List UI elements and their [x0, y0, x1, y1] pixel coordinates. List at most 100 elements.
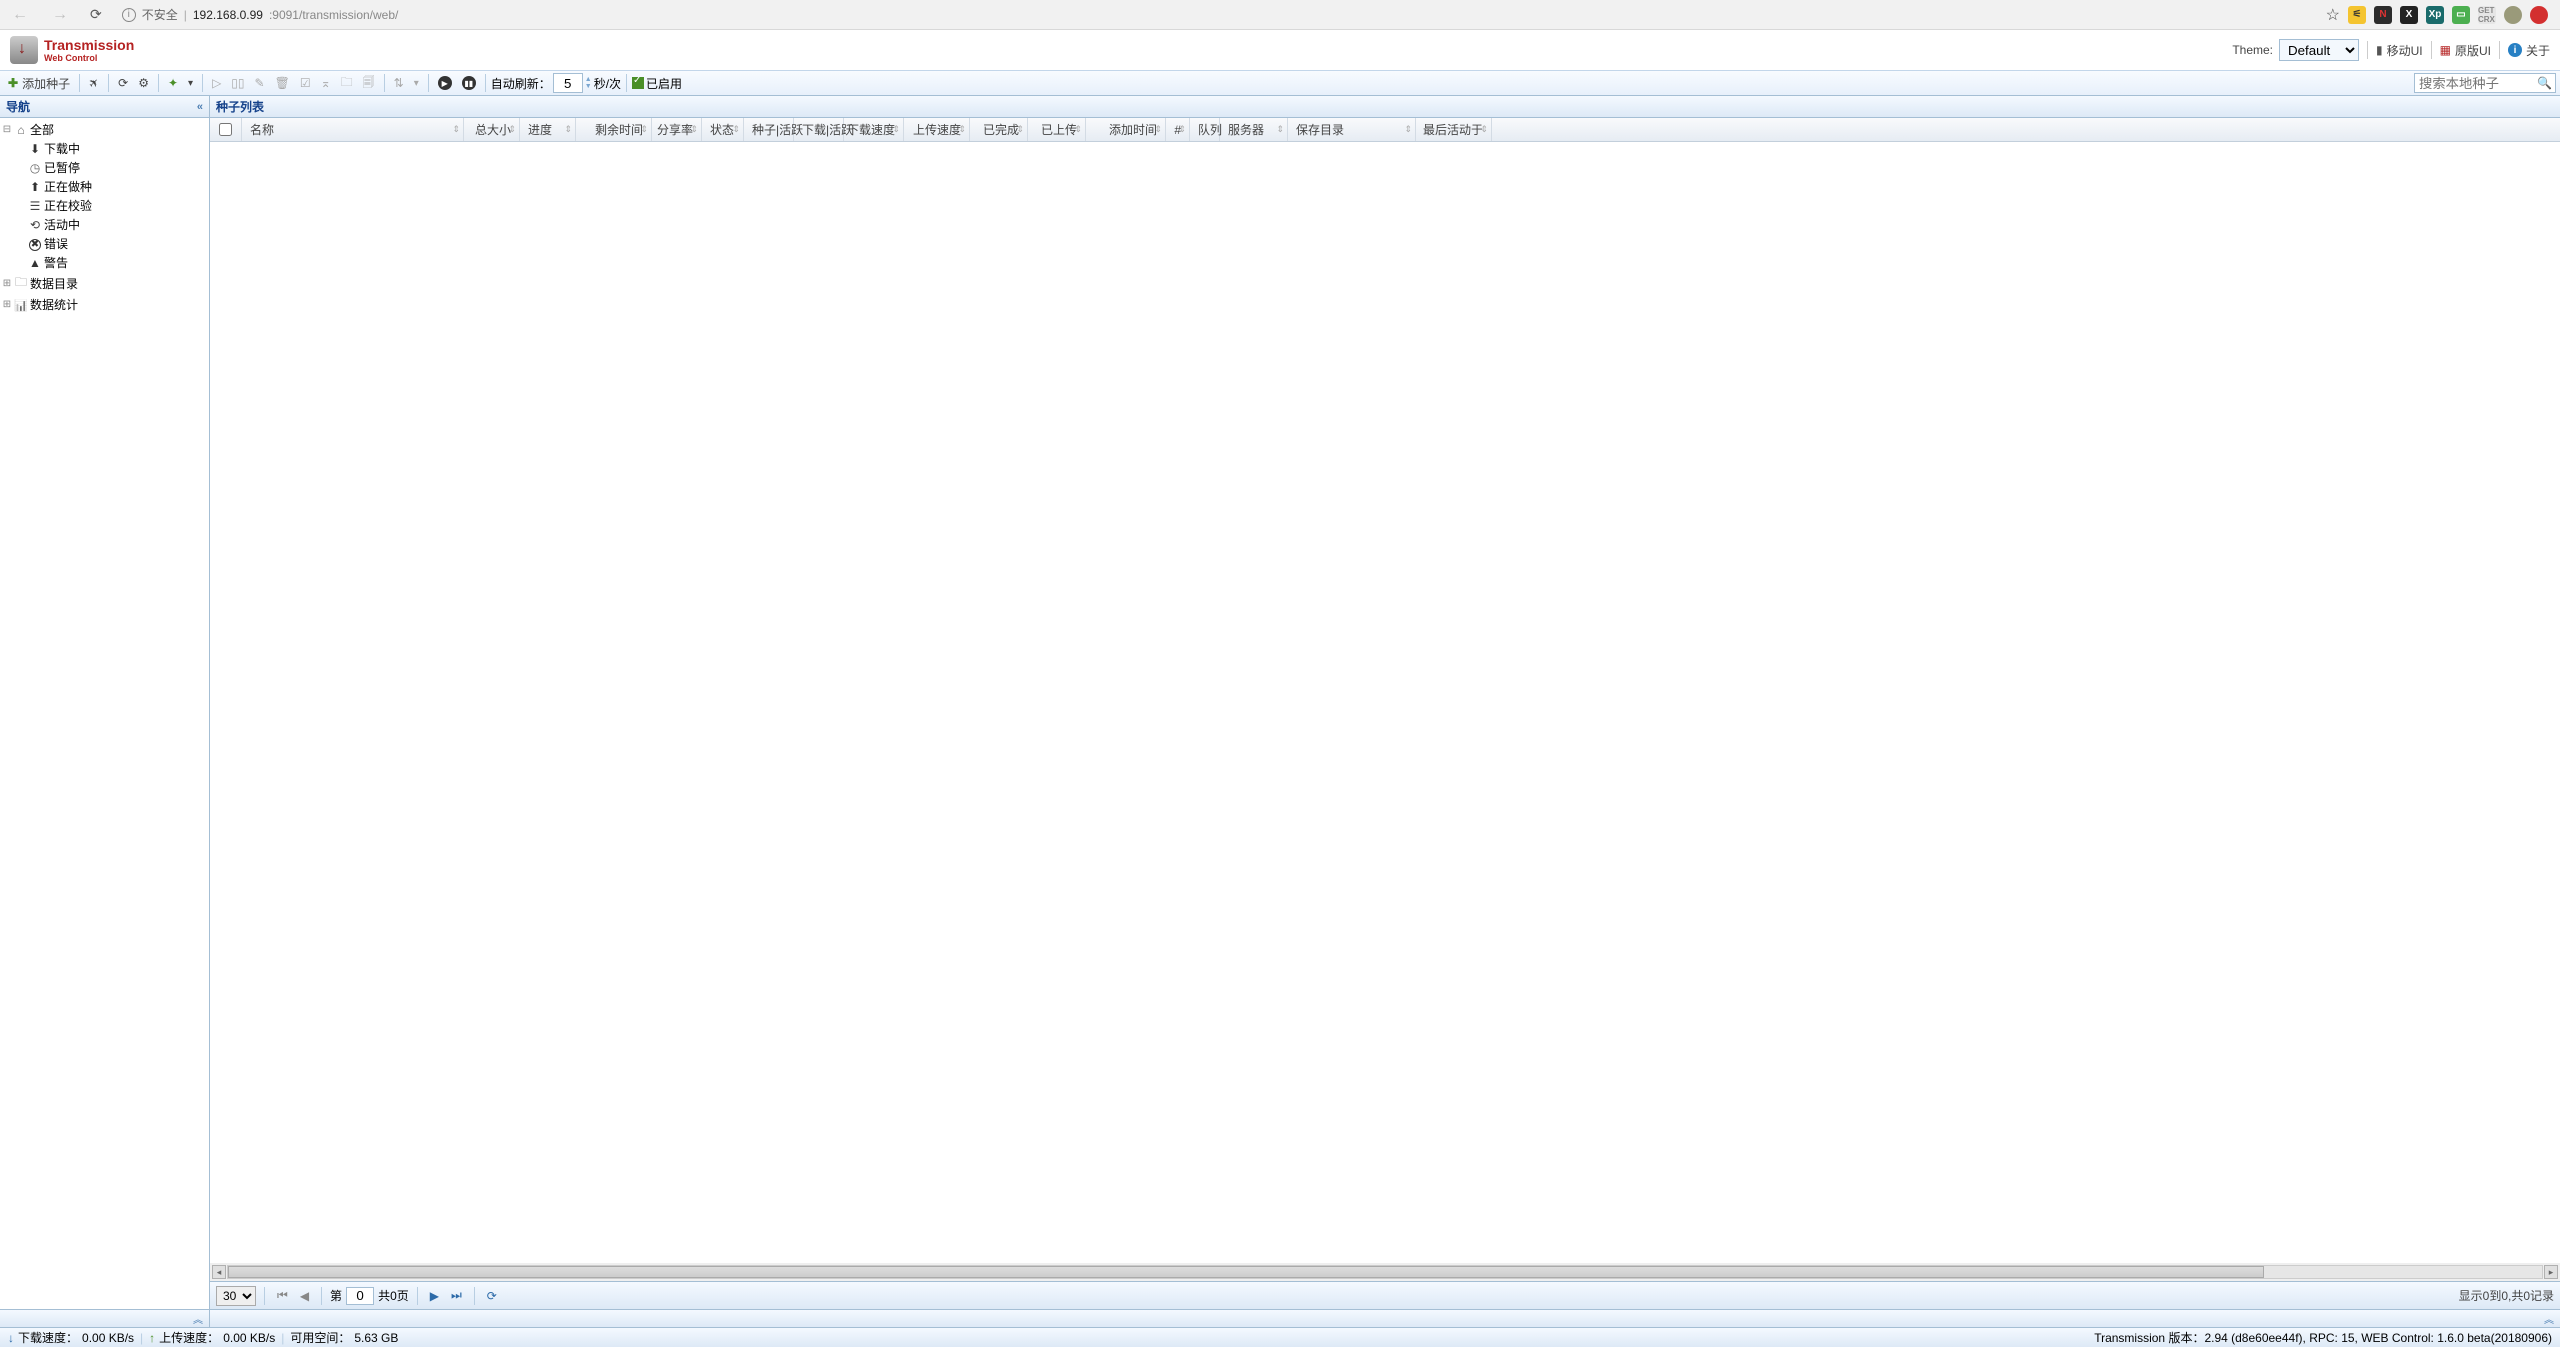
- download-icon: [28, 142, 42, 156]
- site-info-icon[interactable]: i: [122, 8, 136, 22]
- tree-node-stats[interactable]: ⊞ 数据统计: [0, 295, 209, 314]
- col-eta[interactable]: 剩余时间⇕: [576, 118, 652, 141]
- spinner-up-icon[interactable]: ▲: [585, 76, 592, 83]
- scroll-thumb[interactable]: [228, 1266, 2264, 1278]
- start-all-button[interactable]: [85, 74, 103, 92]
- chart-icon: [14, 298, 28, 312]
- col-queue[interactable]: 队列: [1190, 118, 1220, 141]
- extension-icon[interactable]: Xp: [2426, 6, 2444, 24]
- auto-refresh-label: 自动刷新：: [491, 75, 551, 92]
- tree-node-active[interactable]: 活动中: [0, 215, 209, 234]
- recheck-button[interactable]: ☑: [296, 74, 315, 92]
- copy-button[interactable]: 🗐: [359, 71, 379, 96]
- sort-dropdown-icon[interactable]: [410, 76, 423, 91]
- extension-icon[interactable]: GET CRX: [2478, 6, 2496, 24]
- more-button[interactable]: ⌅: [317, 74, 335, 92]
- last-page-button[interactable]: ⏭: [447, 1286, 466, 1305]
- col-ratio[interactable]: 分享率⇕: [652, 118, 702, 141]
- content-footer: ︽: [210, 1309, 2560, 1327]
- sort-button[interactable]: ⇅: [390, 74, 408, 92]
- chevron-up-icon[interactable]: ︽: [2544, 1311, 2554, 1326]
- col-name[interactable]: 名称⇕: [242, 118, 464, 141]
- select-all-checkbox[interactable]: [219, 123, 232, 136]
- scroll-right-icon[interactable]: ▸: [2544, 1265, 2558, 1279]
- chevron-up-icon[interactable]: ︽: [193, 1311, 203, 1326]
- content-header: 种子列表: [210, 96, 2560, 118]
- tree-expand-icon[interactable]: ⊞: [2, 299, 12, 310]
- browser-reload-icon[interactable]: ⟳: [84, 2, 108, 27]
- extension-icon[interactable]: N: [2374, 6, 2392, 24]
- tree-expand-icon[interactable]: ⊞: [2, 278, 12, 289]
- sidebar-footer: ︽: [0, 1309, 209, 1327]
- bookmark-star-icon[interactable]: ☆: [2326, 5, 2340, 25]
- pause-all-button[interactable]: ▮▮: [458, 74, 480, 92]
- extension-icon[interactable]: X: [2400, 6, 2418, 24]
- profile-icon[interactable]: [2504, 6, 2522, 24]
- col-added[interactable]: 添加时间⇕: [1086, 118, 1166, 141]
- col-progress[interactable]: 进度⇕: [520, 118, 576, 141]
- col-down-peers[interactable]: 下载|活跃: [794, 118, 844, 141]
- orig-ui-button[interactable]: ▦ 原版UI: [2440, 42, 2491, 59]
- address-bar[interactable]: i 不安全 | 192.168.0.99:9091/transmission/w…: [116, 3, 2318, 27]
- about-button[interactable]: i 关于: [2508, 42, 2550, 59]
- tree-node-datadir[interactable]: ⊞ 数据目录: [0, 272, 209, 295]
- folder-button[interactable]: 🗀: [337, 71, 357, 96]
- extension-icon[interactable]: ▭: [2452, 6, 2470, 24]
- info-icon: i: [2508, 43, 2522, 57]
- play-all-button[interactable]: ▶: [434, 74, 456, 92]
- col-server[interactable]: 服务器⇕: [1220, 118, 1288, 141]
- theme-select[interactable]: Default: [2279, 39, 2359, 61]
- scroll-left-icon[interactable]: ◂: [212, 1265, 226, 1279]
- mobile-ui-button[interactable]: ▮ 移动UI: [2376, 42, 2423, 59]
- enabled-checkbox[interactable]: [632, 77, 644, 89]
- remove-button[interactable]: 🗑: [271, 74, 294, 92]
- col-uploaded[interactable]: 已上传⇕: [1028, 118, 1086, 141]
- plugin-dropdown-icon[interactable]: [184, 76, 197, 91]
- next-page-button[interactable]: ▶: [426, 1287, 443, 1305]
- tree-node-warning[interactable]: 警告: [0, 253, 209, 272]
- refresh-pager-button[interactable]: ⟳: [483, 1287, 501, 1305]
- col-status[interactable]: 状态⇕: [702, 118, 744, 141]
- tree-node-all[interactable]: ⊟ 全部: [0, 120, 209, 139]
- tree-node-checking[interactable]: 正在校验: [0, 196, 209, 215]
- pause-button[interactable]: ▯▯: [227, 74, 248, 92]
- col-save-dir[interactable]: 保存目录⇕: [1288, 118, 1416, 141]
- plugin-button[interactable]: [164, 74, 182, 92]
- disk-value: 5.63 GB: [354, 1331, 398, 1345]
- spinner-down-icon[interactable]: ▼: [585, 83, 592, 90]
- page-size-select[interactable]: 30: [216, 1286, 256, 1306]
- horizontal-scrollbar[interactable]: ◂ ▸: [210, 1263, 2560, 1281]
- search-input[interactable]: [2414, 73, 2556, 93]
- page-total: 共0页: [378, 1287, 409, 1304]
- page-number-input[interactable]: [346, 1287, 374, 1305]
- tree-node-error[interactable]: 错误: [0, 234, 209, 253]
- auto-refresh-input[interactable]: [553, 73, 583, 93]
- add-torrent-button[interactable]: ✚ 添加种子: [4, 73, 74, 94]
- col-last-active[interactable]: 最后活动于⇕: [1416, 118, 1492, 141]
- col-size[interactable]: 总大小⇕: [464, 118, 520, 141]
- tree-collapse-icon[interactable]: ⊟: [2, 124, 12, 135]
- settings-button[interactable]: [134, 74, 153, 92]
- edit-button[interactable]: ✎: [251, 74, 269, 92]
- seconds-label: 秒/次: [594, 75, 621, 92]
- col-down-speed[interactable]: 下载速度⇕: [844, 118, 904, 141]
- up-speed-label: 上传速度：: [159, 1329, 219, 1346]
- browser-forward-icon[interactable]: →: [44, 2, 76, 28]
- extension-icon[interactable]: [2530, 6, 2548, 24]
- col-up-speed[interactable]: 上传速度⇕: [904, 118, 970, 141]
- doc-icon: [28, 199, 42, 213]
- app-title: Transmission: [44, 37, 134, 53]
- collapse-icon[interactable]: «: [197, 101, 203, 113]
- first-page-button[interactable]: ⏮: [273, 1286, 292, 1305]
- browser-back-icon[interactable]: ←: [4, 2, 36, 28]
- col-done[interactable]: 已完成⇕: [970, 118, 1028, 141]
- start-button[interactable]: ▷: [208, 74, 225, 92]
- prev-page-button[interactable]: ◀: [296, 1287, 313, 1305]
- col-peers[interactable]: 种子|活跃: [744, 118, 794, 141]
- tree-node-downloading[interactable]: 下载中: [0, 139, 209, 158]
- tree-node-seeding[interactable]: 正在做种: [0, 177, 209, 196]
- col-hash[interactable]: #⇕: [1166, 118, 1190, 141]
- tree-node-paused[interactable]: 已暂停: [0, 158, 209, 177]
- extension-icon[interactable]: ⚟: [2348, 6, 2366, 24]
- reload-button[interactable]: [114, 74, 132, 92]
